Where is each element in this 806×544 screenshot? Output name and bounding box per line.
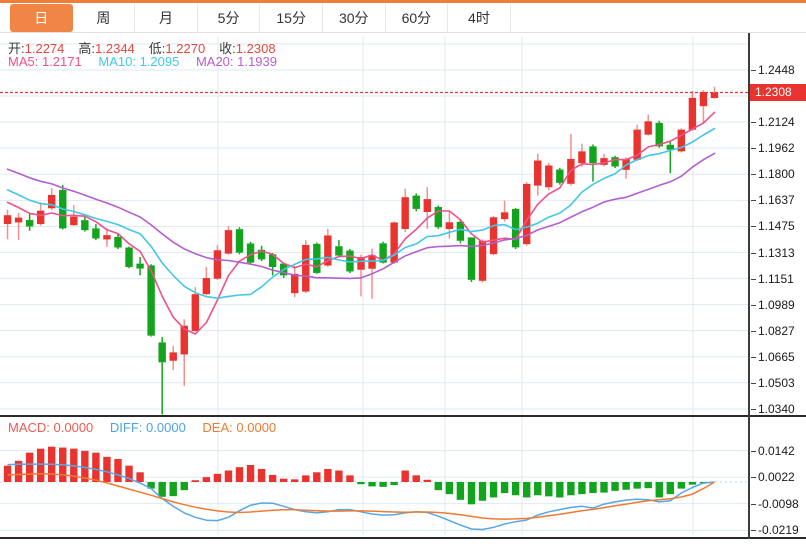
current-price-tag: 1.2308 bbox=[750, 84, 806, 101]
macd-chart[interactable] bbox=[0, 417, 748, 537]
price-tick: 1.2124 bbox=[751, 114, 804, 130]
tab-60min[interactable]: 60分 bbox=[385, 4, 449, 32]
price-tick: 1.1151 bbox=[751, 271, 804, 287]
price-tick: 1.1313 bbox=[751, 245, 804, 261]
price-tick: 1.1637 bbox=[751, 192, 804, 208]
tab-5min[interactable]: 5分 bbox=[197, 4, 261, 32]
price-tick: 1.1475 bbox=[751, 218, 804, 234]
price-tick: 1.0827 bbox=[751, 323, 804, 339]
axis-border bbox=[748, 33, 750, 539]
candlestick-chart[interactable] bbox=[0, 0, 748, 417]
price-tick: 1.0503 bbox=[751, 375, 804, 391]
tab-15min[interactable]: 15分 bbox=[260, 4, 323, 32]
tab-week[interactable]: 周 bbox=[72, 4, 136, 32]
price-tick: 1.1800 bbox=[751, 166, 804, 182]
tab-30min[interactable]: 30分 bbox=[322, 4, 386, 32]
price-tick: 1.2448 bbox=[751, 62, 804, 78]
timeframe-tabbar: 日周月 5分 15分 30分 60分 4时 bbox=[0, 0, 806, 33]
macd-tick: -0.0219 bbox=[751, 522, 804, 538]
price-tick: 1.0989 bbox=[751, 297, 804, 313]
macd-tick: 0.0022 bbox=[751, 469, 804, 485]
price-tick: 1.0340 bbox=[751, 401, 804, 417]
panel-separator bbox=[0, 415, 806, 417]
tab-month[interactable]: 月 bbox=[135, 4, 198, 32]
bottom-border bbox=[0, 537, 806, 539]
price-tick: 1.0665 bbox=[751, 349, 804, 365]
kline-app: 日周月 5分 15分 30分 60分 4时 开:1.2274 高:1.2344 低:1.227… bbox=[0, 0, 806, 544]
price-tick: 1.1962 bbox=[751, 140, 804, 156]
macd-tick: 0.0142 bbox=[751, 443, 804, 459]
macd-tick: -0.0098 bbox=[751, 496, 804, 512]
tab-4hour[interactable]: 4时 bbox=[448, 4, 511, 32]
tab-day[interactable]: 日 bbox=[10, 4, 73, 32]
